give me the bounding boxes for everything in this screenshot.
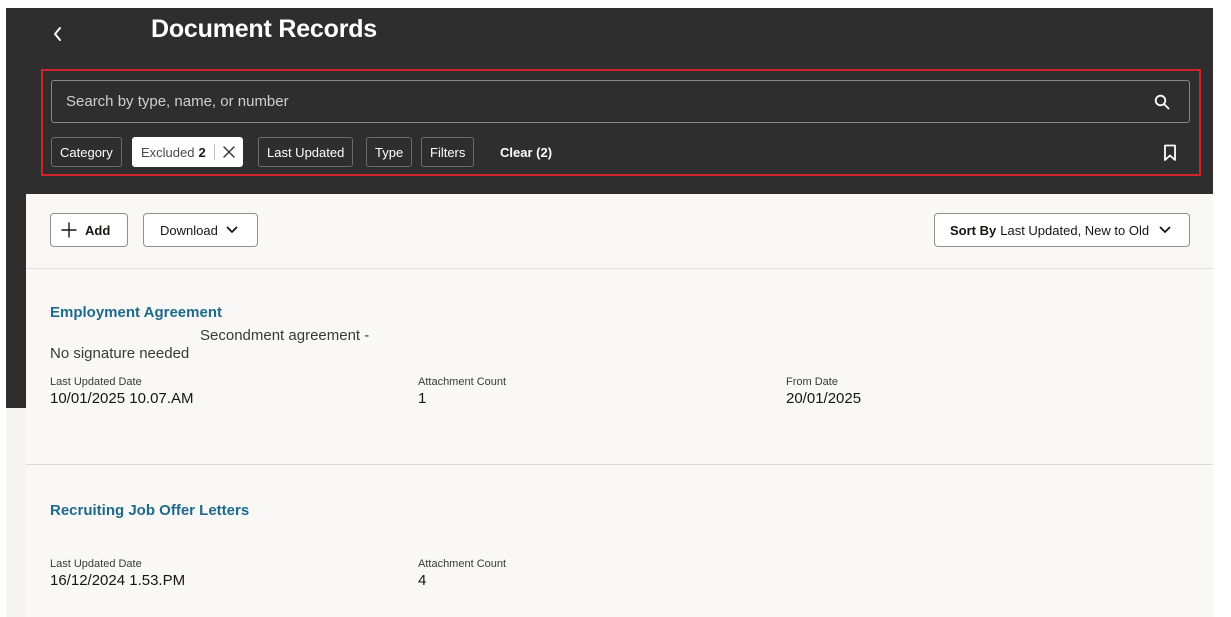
page-title: Document Records (151, 15, 378, 43)
records-toolbar: Add Download Sort By Last Updated, New t… (26, 194, 1213, 269)
field-from-date: From Date 20/01/2025 (786, 376, 861, 409)
field-label: From Date (786, 376, 838, 388)
filter-chip-category[interactable]: Category (51, 137, 122, 167)
add-button[interactable]: Add (50, 213, 128, 247)
download-button[interactable]: Download (143, 213, 258, 247)
list-item: Recruiting Job Offer Letters Last Update… (26, 465, 1213, 617)
field-label: Last Updated Date (50, 558, 142, 570)
field-label: Last Updated Date (50, 376, 142, 388)
sort-button[interactable]: Sort By Last Updated, New to Old (934, 213, 1190, 247)
record-title-link[interactable]: Employment Agreement (50, 304, 222, 321)
record-description: Secondment agreement - (200, 327, 370, 344)
record-description: No signature needed (50, 345, 190, 362)
chevron-down-icon (1159, 226, 1171, 233)
records-card: Add Download Sort By Last Updated, New t… (26, 194, 1213, 617)
field-value: 16/12/2024 1.53.PM (50, 572, 186, 589)
filter-chip-label: Excluded (141, 144, 195, 160)
add-button-label: Add (85, 222, 111, 238)
back-button[interactable] (44, 18, 72, 50)
filter-chip-label: Last Updated (267, 144, 345, 160)
filter-chip-type[interactable]: Type (366, 137, 413, 167)
bookmark-icon (1164, 144, 1176, 161)
record-title-link[interactable]: Recruiting Job Offer Letters (50, 502, 249, 519)
field-value: 4 (418, 572, 427, 589)
search-filter-panel: Category Excluded 2 Last Updated Type Fi… (41, 69, 1201, 176)
field-label: Attachment Count (418, 558, 507, 570)
clear-filters-link[interactable]: Clear (2) (500, 137, 552, 167)
list-item: Employment Agreement Secondment agreemen… (26, 269, 1213, 465)
chip-divider (213, 144, 215, 160)
field-last-updated-date: Last Updated Date 16/12/2024 1.53.PM (50, 558, 185, 591)
filter-chip-count: 2 (198, 144, 206, 160)
search-input[interactable] (51, 80, 1190, 123)
filter-chip-label: Type (375, 144, 404, 160)
field-attachment-count: Attachment Count 4 (418, 558, 506, 591)
field-label: Attachment Count (418, 376, 507, 388)
field-value: 10/01/2025 10.07.AM (50, 390, 194, 407)
plus-icon (61, 222, 77, 238)
field-attachment-count: Attachment Count 1 (418, 376, 506, 409)
field-last-updated-date: Last Updated Date 10/01/2025 10.07.AM (50, 376, 193, 409)
remove-filter-button[interactable] (222, 145, 236, 159)
filter-chip-label: Filters (430, 144, 466, 160)
chevron-down-icon (226, 226, 238, 233)
search-icon (1154, 94, 1170, 110)
field-value: 1 (418, 390, 427, 407)
sort-prefix: Sort By (950, 222, 997, 238)
search-button[interactable] (1151, 91, 1173, 113)
filter-chip-label: Category (60, 144, 113, 160)
save-search-button[interactable] (1159, 142, 1181, 164)
field-value: 20/01/2025 (786, 390, 862, 407)
filter-chip-last-updated[interactable]: Last Updated (258, 137, 354, 167)
filter-chip-filters[interactable]: Filters (421, 137, 475, 167)
download-button-label: Download (160, 222, 218, 238)
filter-chip-excluded[interactable]: Excluded 2 (132, 137, 243, 167)
close-icon (222, 146, 235, 158)
chevron-left-icon (54, 27, 61, 41)
sort-value: Last Updated, New to Old (1000, 222, 1150, 238)
